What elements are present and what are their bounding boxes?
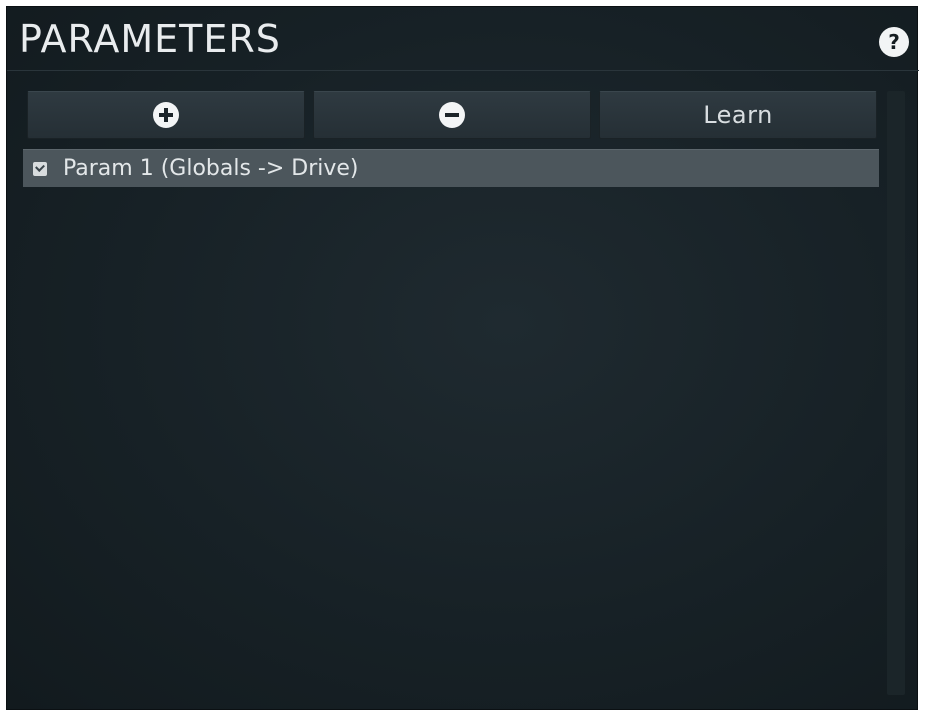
list-scrollbar[interactable]: [887, 91, 905, 695]
plus-circle-icon: [153, 102, 179, 128]
learn-button-label: Learn: [703, 101, 773, 129]
checkbox[interactable]: [33, 161, 47, 176]
panel-header: PARAMETERS ?: [7, 7, 919, 71]
learn-button[interactable]: Learn: [599, 91, 877, 139]
help-button[interactable]: ?: [879, 27, 909, 57]
panel-title: PARAMETERS: [19, 17, 281, 61]
checkmark-icon: [35, 161, 45, 172]
parameter-list: Param 1 (Globals -> Drive): [23, 149, 881, 697]
list-item-label: Param 1 (Globals -> Drive): [63, 156, 359, 181]
add-parameter-button[interactable]: [27, 91, 305, 139]
minus-circle-icon: [439, 102, 465, 128]
list-item[interactable]: Param 1 (Globals -> Drive): [23, 149, 879, 187]
parameter-toolbar: Learn: [27, 91, 879, 141]
remove-parameter-button[interactable]: [313, 91, 591, 139]
parameters-panel: PARAMETERS ? Learn Param 1 (Globals -> D…: [6, 6, 919, 710]
